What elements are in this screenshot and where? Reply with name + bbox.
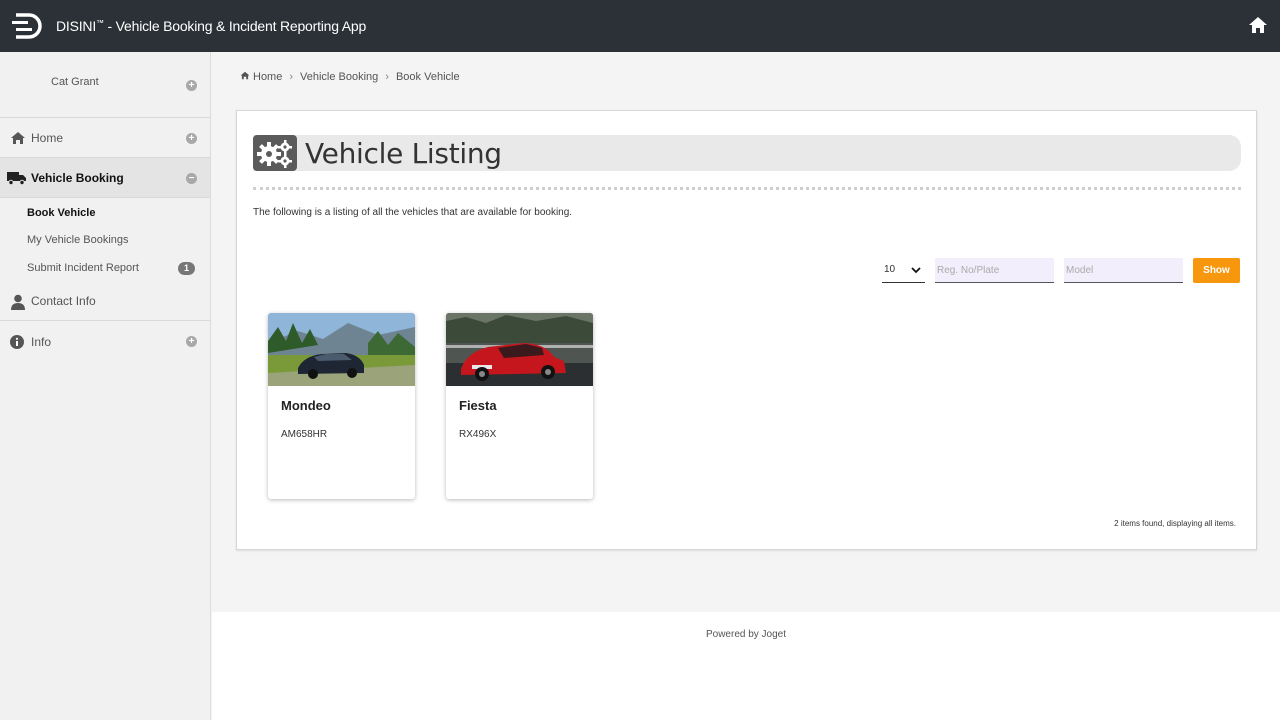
breadcrumb-book-vehicle: Book Vehicle [395, 71, 460, 83]
user-name: Cat Grant [51, 76, 99, 88]
page-size-value: 10 [884, 264, 896, 275]
sidebar-item-label: Vehicle Booking [31, 170, 124, 185]
reg-plate-filter-input[interactable] [935, 258, 1054, 283]
top-bar: DISINI™ - Vehicle Booking & Incident Rep… [0, 0, 1280, 52]
dotted-divider [253, 187, 1241, 190]
sidebar-item-home[interactable]: Home + [0, 118, 210, 158]
show-button[interactable]: Show [1193, 258, 1240, 283]
vehicle-reg-number: RX496X [459, 429, 497, 440]
page-description: The following is a listing of all the ve… [253, 207, 573, 218]
sidebar-item-info[interactable]: Info + [0, 322, 210, 362]
sidebar-item-contact-info[interactable]: Contact Info [0, 281, 210, 321]
incident-count-badge: 1 [178, 262, 195, 275]
home-icon [10, 131, 26, 145]
vehicle-listing-panel: Vehicle Listing The following is a listi… [236, 110, 1257, 550]
app-title: DISINI™ - Vehicle Booking & Incident Rep… [56, 18, 367, 34]
user-icon [10, 294, 26, 310]
truck-icon [7, 171, 27, 185]
home-icon [240, 71, 250, 83]
sidebar-item-label: Contact Info [31, 293, 96, 308]
powered-by-text: Powered by Joget [705, 629, 787, 640]
breadcrumb-vehicle-booking[interactable]: Vehicle Booking [300, 71, 378, 83]
info-icon [10, 335, 26, 349]
gears-icon [253, 135, 297, 171]
collapse-minus-icon[interactable]: − [186, 173, 197, 184]
user-profile[interactable]: Cat Grant + [0, 52, 210, 118]
chevron-down-icon [911, 266, 921, 274]
vehicle-image [268, 313, 415, 386]
breadcrumb-home[interactable]: Home [253, 71, 282, 83]
footer: Powered by Joget [212, 612, 1280, 720]
breadcrumb: Home › Vehicle Booking › Book Vehicle [240, 71, 460, 83]
sidebar-item-label: Home [31, 130, 64, 145]
sidebar: Cat Grant + Home + Vehicle Booking − Boo… [0, 52, 211, 720]
vehicle-model: Mondeo [281, 398, 331, 413]
disini-logo-icon[interactable] [12, 12, 46, 40]
breadcrumb-separator: › [385, 71, 389, 83]
sidebar-subitem-book-vehicle[interactable]: Book Vehicle [27, 207, 95, 219]
expand-plus-icon[interactable]: + [186, 133, 197, 144]
vehicle-card[interactable]: Fiesta RX496X [446, 313, 593, 499]
sidebar-subitem-incident-report[interactable]: Submit Incident Report [27, 262, 139, 274]
sidebar-subitem-my-bookings[interactable]: My Vehicle Bookings [27, 234, 129, 246]
vehicle-reg-number: AM658HR [281, 429, 328, 440]
expand-plus-icon[interactable]: + [186, 336, 197, 347]
result-count: 2 items found, displaying all items. [1114, 519, 1236, 528]
vehicle-card[interactable]: Mondeo AM658HR [268, 313, 415, 499]
vehicle-image [446, 313, 593, 386]
breadcrumb-separator: › [289, 71, 294, 83]
vehicle-model: Fiesta [459, 398, 497, 413]
page-size-select[interactable]: 10 [882, 258, 925, 283]
home-icon[interactable] [1248, 16, 1268, 34]
sidebar-item-label: Info [31, 335, 52, 349]
page-title: Vehicle Listing [305, 137, 502, 170]
expand-plus-icon[interactable]: + [186, 80, 197, 91]
model-filter-input[interactable] [1064, 258, 1183, 283]
sidebar-item-vehicle-booking[interactable]: Vehicle Booking − [0, 158, 210, 198]
page-header: Vehicle Listing [253, 135, 1241, 171]
